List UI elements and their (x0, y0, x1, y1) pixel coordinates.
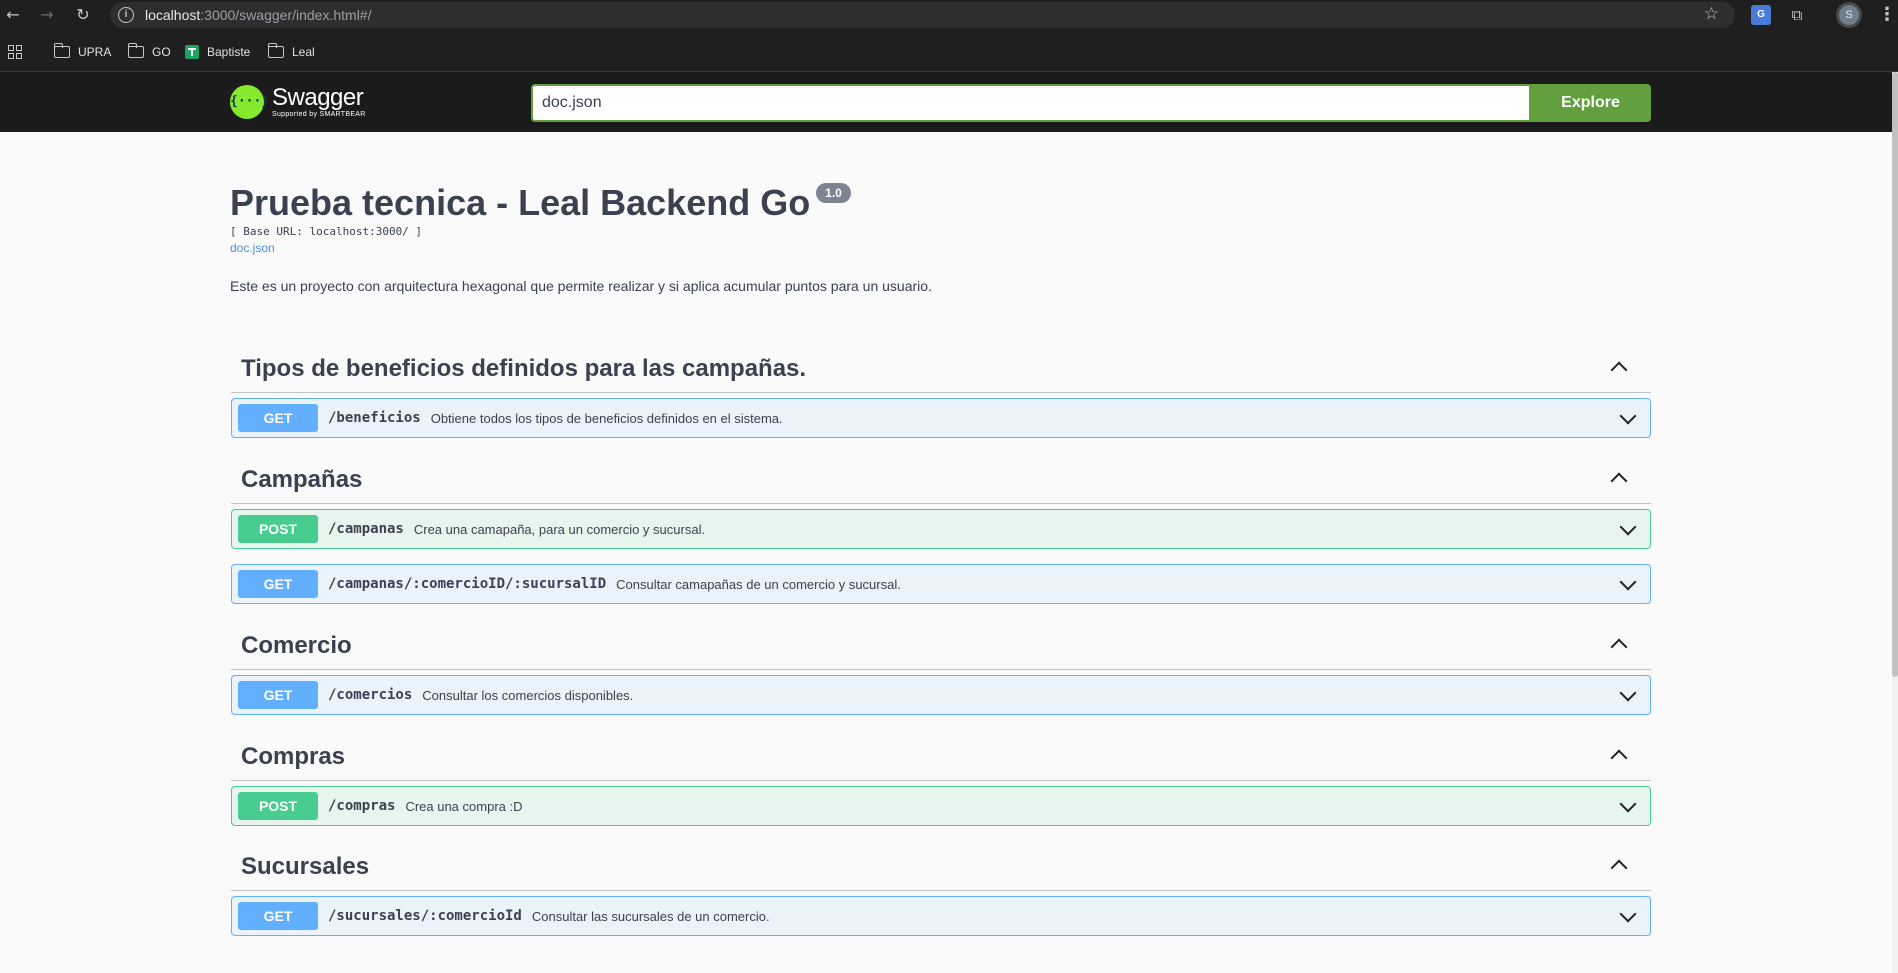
operation-path: /comercios (328, 687, 413, 703)
tag-header-campanas[interactable]: Campañas (231, 454, 1651, 504)
url-path: :3000/swagger/index.html#/ (200, 7, 372, 23)
opblock-get-beneficios[interactable]: GET /beneficios Obtiene todos los tipos … (231, 398, 1651, 438)
tag-header-sucursales[interactable]: Sucursales (231, 841, 1651, 891)
method-badge: POST (238, 792, 318, 820)
chevron-down-icon[interactable] (1618, 907, 1638, 927)
logo-title: Swagger (272, 84, 364, 111)
chevron-up-icon[interactable] (1609, 746, 1629, 766)
extensions-puzzle-icon[interactable]: ⧉ (1787, 5, 1807, 25)
forward-icon[interactable]: → (36, 4, 58, 26)
browser-menu-icon[interactable]: ⋮ (1878, 4, 1896, 26)
chevron-up-icon[interactable] (1609, 856, 1629, 876)
chevron-down-icon[interactable] (1618, 409, 1638, 429)
chevron-down-icon[interactable] (1618, 575, 1638, 595)
swagger-logo-icon: {···} (230, 85, 269, 119)
chevron-down-icon[interactable] (1618, 797, 1638, 817)
bookmark-leal[interactable]: Leal (267, 42, 315, 62)
spec-url-input[interactable] (531, 84, 1531, 122)
method-badge: GET (238, 902, 318, 930)
tag-title: Compras (241, 743, 346, 770)
bookmarks-bar: UPRA GO Baptiste Leal (0, 30, 1898, 72)
api-description: Este es un proyecto con arquitectura hex… (230, 278, 932, 294)
operation-path: /campanas/:comercioID/:sucursalID (328, 576, 607, 592)
opblock-post-campanas[interactable]: POST /campanas Crea una camapaña, para u… (231, 509, 1651, 549)
tag-header-comercio[interactable]: Comercio (231, 620, 1651, 670)
method-badge: GET (238, 570, 318, 598)
reload-icon[interactable]: ↻ (72, 4, 94, 26)
url-host: localhost (145, 7, 201, 23)
folder-icon (267, 43, 284, 58)
bookmark-baptiste[interactable]: Baptiste (185, 42, 250, 62)
bookmark-label: UPRA (78, 45, 112, 59)
opblock-post-compras[interactable]: POST /compras Crea una compra :D (231, 786, 1651, 826)
chevron-up-icon[interactable] (1609, 358, 1629, 378)
operation-summary: Consultar camapañas de un comercio y suc… (616, 576, 901, 592)
method-badge: POST (238, 515, 318, 543)
chevron-down-icon[interactable] (1618, 686, 1638, 706)
operation-path: /beneficios (328, 410, 421, 426)
logo-subtitle: Supported by SMARTBEAR (272, 111, 366, 118)
bookmark-upra[interactable]: UPRA (53, 42, 112, 62)
apps-grid-icon[interactable] (8, 45, 22, 59)
tag-header-compras[interactable]: Compras (231, 731, 1651, 781)
method-badge: GET (238, 404, 318, 432)
tag-title: Tipos de beneficios definidos para las c… (241, 355, 807, 382)
profile-initial: S (1839, 5, 1859, 25)
page-scrollbar-thumb[interactable] (1892, 72, 1898, 677)
tag-header-beneficios[interactable]: Tipos de beneficios definidos para las c… (231, 343, 1651, 393)
operation-summary: Consultar los comercios disponibles. (422, 687, 634, 703)
folder-icon (53, 43, 70, 58)
bookmark-star-icon[interactable]: ☆ (1704, 4, 1719, 24)
operation-summary: Crea una compra :D (405, 798, 523, 814)
translate-extension-icon[interactable]: G (1751, 5, 1771, 25)
operation-summary: Obtiene todos los tipos de beneficios de… (430, 410, 783, 426)
tag-title: Sucursales (241, 853, 370, 880)
operation-summary: Crea una camapaña, para un comercio y su… (413, 521, 706, 537)
operation-path: /campanas (328, 521, 404, 537)
swagger-logo[interactable]: {···} Swagger Supported by SMARTBEAR (230, 84, 366, 120)
site-info-icon[interactable]: i (118, 7, 134, 23)
chevron-down-icon[interactable] (1618, 520, 1638, 540)
operation-path: /sucursales/:comercioId (328, 908, 522, 924)
bookmark-label: Baptiste (207, 45, 251, 59)
back-icon[interactable]: ← (2, 4, 24, 26)
chevron-up-icon[interactable] (1609, 635, 1629, 655)
chevron-up-icon[interactable] (1609, 469, 1629, 489)
version-badge: 1.0 (816, 183, 851, 203)
operation-summary: Consultar las sucursales de un comercio. (531, 908, 770, 924)
sheet-icon (185, 45, 199, 59)
browser-toolbar: ← → ↻ i localhost:3000/swagger/index.htm… (0, 0, 1898, 30)
bookmark-label: Leal (292, 45, 315, 59)
tag-title: Campañas (241, 466, 363, 493)
profile-avatar[interactable]: S (1836, 2, 1862, 28)
opblock-get-campanas-comercio-sucursal[interactable]: GET /campanas/:comercioID/:sucursalID Co… (231, 564, 1651, 604)
page-title: Prueba tecnica - Leal Backend Go (230, 182, 811, 223)
method-badge: GET (238, 681, 318, 709)
spec-link[interactable]: doc.json (230, 241, 275, 255)
opblock-get-sucursales[interactable]: GET /sucursales/:comercioId Consultar la… (231, 896, 1651, 936)
address-bar[interactable]: i localhost:3000/swagger/index.html#/ ☆ (110, 2, 1735, 28)
tag-title: Comercio (241, 632, 352, 659)
bookmark-go[interactable]: GO (127, 42, 171, 62)
explore-button[interactable]: Explore (1530, 84, 1651, 122)
address-url[interactable]: localhost:3000/swagger/index.html#/ (145, 7, 371, 23)
base-url: [ Base URL: localhost:3000/ ] (230, 225, 423, 238)
opblock-get-comercios[interactable]: GET /comercios Consultar los comercios d… (231, 675, 1651, 715)
folder-icon (127, 43, 144, 58)
bookmark-label: GO (152, 45, 171, 59)
operation-path: /compras (328, 798, 396, 814)
